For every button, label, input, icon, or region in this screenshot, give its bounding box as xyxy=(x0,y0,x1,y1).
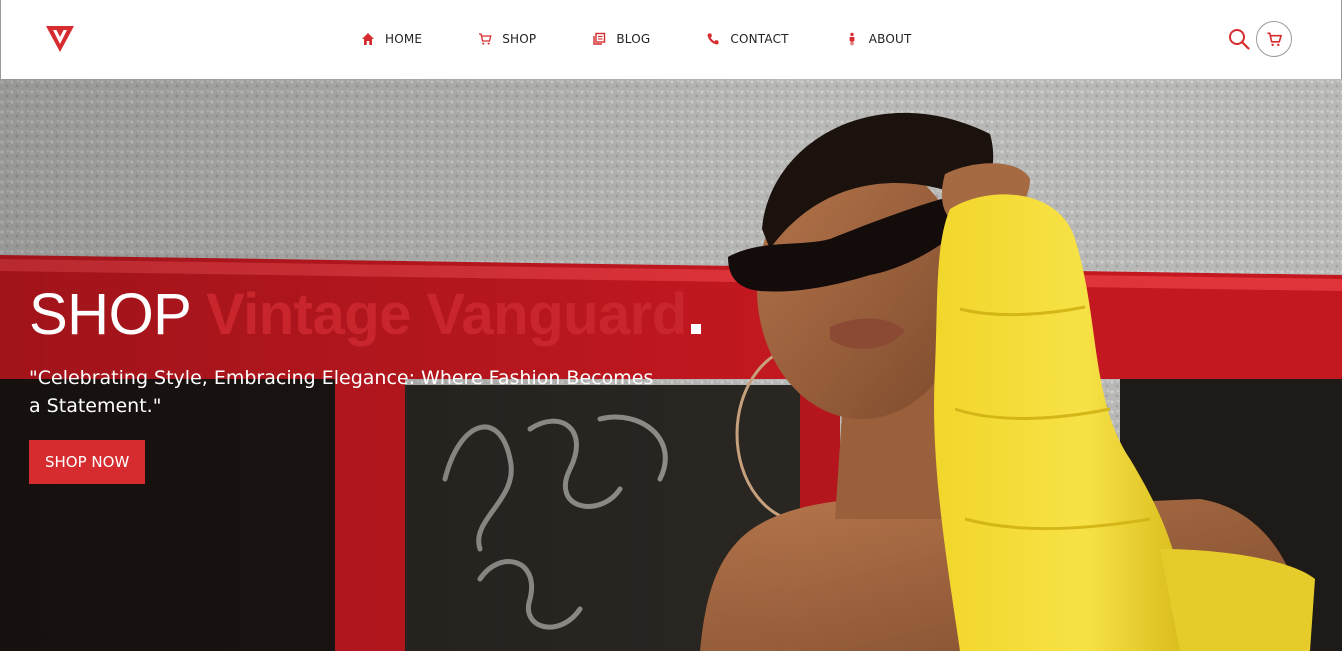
hero-content: SHOP Vintage Vanguard "Celebrating Style… xyxy=(29,280,709,484)
person-icon xyxy=(845,32,859,46)
shop-now-button[interactable]: SHOP NOW xyxy=(29,440,146,484)
cart-button[interactable] xyxy=(1256,21,1292,57)
nav-item-shop[interactable]: SHOP xyxy=(478,30,536,48)
nav-item-label: CONTACT xyxy=(730,32,789,46)
nav-item-blog[interactable]: BLOG xyxy=(592,30,650,48)
nav-item-contact[interactable]: CONTACT xyxy=(706,30,789,48)
hero-banner: SHOP Vintage Vanguard "Celebrating Style… xyxy=(0,79,1342,651)
phone-icon xyxy=(706,32,720,46)
cart-icon xyxy=(478,32,492,46)
blog-icon xyxy=(592,32,606,46)
nav-item-label: ABOUT xyxy=(868,32,912,46)
hero-headline: SHOP Vintage Vanguard xyxy=(29,280,709,350)
nav-item-label: HOME xyxy=(385,32,423,46)
home-icon xyxy=(361,32,375,46)
nav-item-about[interactable]: ABOUT xyxy=(845,30,912,48)
nav-item-home[interactable]: HOME xyxy=(361,30,422,48)
hero-tagline: "Celebrating Style, Embracing Elegance: … xyxy=(29,367,654,417)
brand-logo-icon[interactable] xyxy=(45,24,75,54)
nav-item-label: SHOP xyxy=(502,32,537,46)
main-nav: HOME SHOP BLOG CONTACT ABOUT xyxy=(361,30,968,48)
site-header: HOME SHOP BLOG CONTACT ABOUT xyxy=(0,0,1342,79)
cart-icon xyxy=(1266,31,1283,48)
search-icon[interactable] xyxy=(1227,27,1251,51)
headline-prefix: SHOP xyxy=(29,282,191,347)
nav-item-label: BLOG xyxy=(616,32,651,46)
headline-accent: Vintage Vanguard xyxy=(205,282,687,347)
headline-dot xyxy=(690,324,701,334)
